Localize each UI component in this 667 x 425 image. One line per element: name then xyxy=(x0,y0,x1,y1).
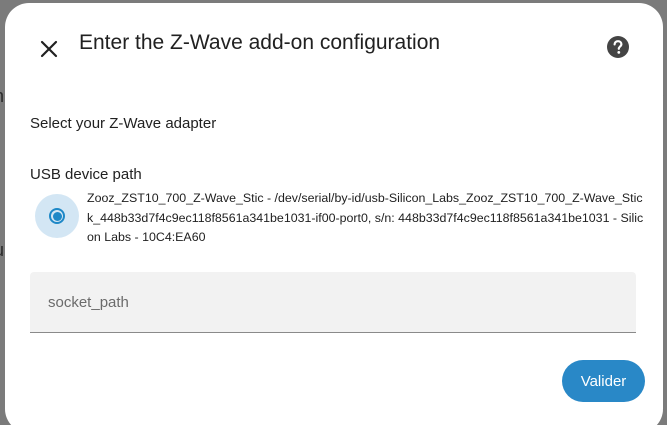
submit-button[interactable]: Valider xyxy=(562,360,645,402)
usb-device-path-label: USB device path xyxy=(30,166,142,183)
radio-outer-ring xyxy=(49,208,65,224)
radio-selected-dot xyxy=(52,211,62,221)
help-button[interactable] xyxy=(605,34,631,60)
close-icon xyxy=(40,40,58,58)
background-fragment-left-1: n xyxy=(0,86,4,107)
zwave-config-dialog: Enter the Z-Wave add-on configuration Se… xyxy=(5,3,663,425)
background-fragment-left-2: u xyxy=(0,240,4,261)
socket-path-field[interactable] xyxy=(30,272,636,333)
socket-path-input[interactable] xyxy=(30,272,636,332)
dialog-title: Enter the Z-Wave add-on configuration xyxy=(79,31,441,54)
usb-device-radio[interactable] xyxy=(35,194,79,238)
adapter-section-label: Select your Z-Wave adapter xyxy=(30,115,217,132)
close-button[interactable] xyxy=(33,33,65,65)
help-circle-icon xyxy=(607,36,629,58)
usb-device-option-label[interactable]: Zooz_ZST10_700_Z-Wave_Stic - /dev/serial… xyxy=(87,189,647,248)
